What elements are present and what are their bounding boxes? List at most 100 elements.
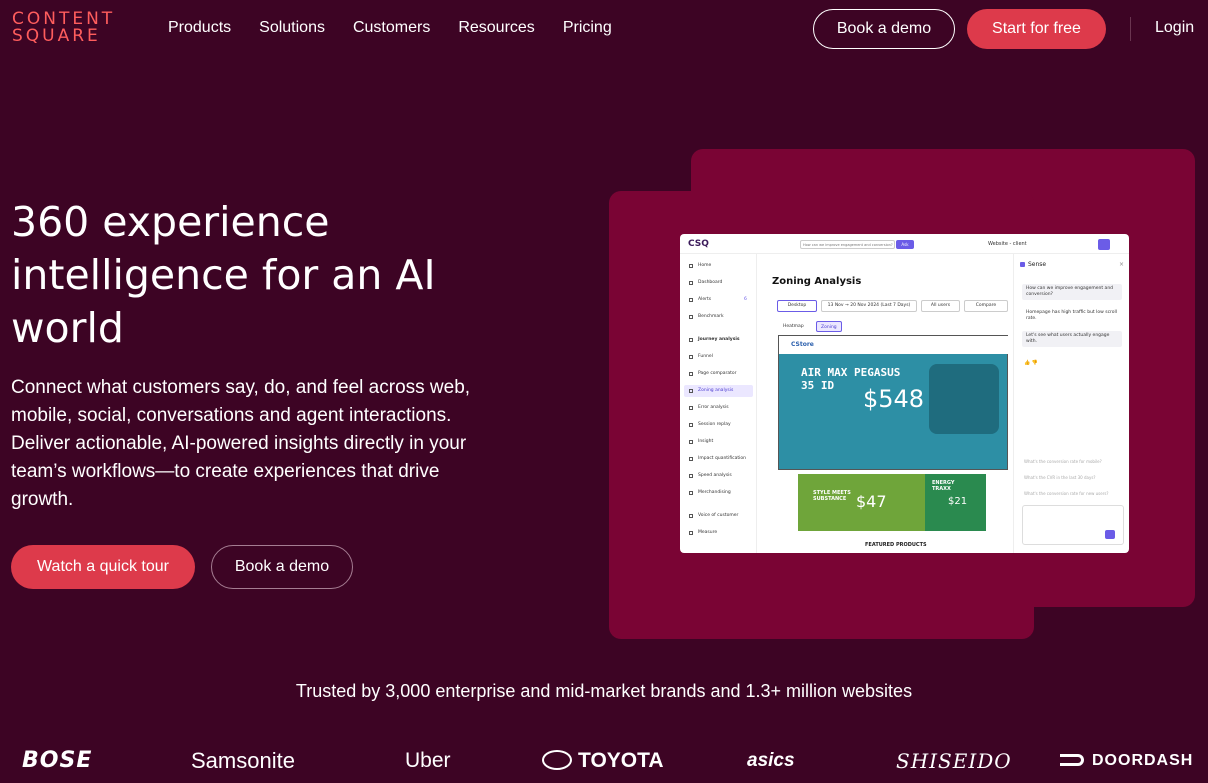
sidebar-item-label: Page comparator <box>698 371 737 376</box>
toyota-logo: TOYOTA <box>542 746 664 776</box>
sidebar-item-journey: Journey analysis <box>684 334 753 346</box>
speed-icon <box>689 474 693 478</box>
sense-question: How can we improve engagement and conver… <box>1022 284 1122 300</box>
ask-input: How can we improve engagement and conver… <box>800 240 895 249</box>
sidebar-item-label: Alerts <box>698 297 712 302</box>
doordash-wordmark: DOORDASH <box>1092 752 1194 769</box>
nav-solutions[interactable]: Solutions <box>259 19 325 37</box>
sidebar-item-insight: Insight <box>684 436 753 448</box>
uber-logo: Uber <box>405 749 451 772</box>
date-filter: 13 Nov → 20 Nov 2024 (Last 7 Days) <box>821 300 917 312</box>
zoning-title: Zoning Analysis <box>772 276 862 287</box>
watch-tour-button[interactable]: Watch a quick tour <box>11 545 195 589</box>
doordash-emblem-icon <box>1060 754 1084 766</box>
sidebar-item-speed: Speed analysis <box>684 470 753 482</box>
nav-resources[interactable]: Resources <box>458 19 534 37</box>
featured-products: FEATURED PRODUCTS <box>865 542 927 548</box>
benchmark-icon <box>689 315 693 319</box>
app-sidebar: Home Dashboard Alerts 6 Benchmark Journey… <box>680 254 757 553</box>
shoe-image <box>929 364 999 434</box>
device-filter: Desktop <box>777 300 817 312</box>
heatmap-toggle: Heatmap <box>783 324 804 329</box>
app-logo: CSQ <box>688 239 709 249</box>
hero-book-demo-button[interactable]: Book a demo <box>211 545 353 589</box>
bose-logo: BOSE <box>22 748 93 773</box>
sense-answer: Homepage has high traffic but low scroll… <box>1026 310 1118 321</box>
sidebar-item-voc: Voice of customer <box>684 510 753 522</box>
zoning-toggle: Zoning <box>816 321 842 332</box>
sense-toggle-icon <box>1098 239 1110 250</box>
start-free-button[interactable]: Start for free <box>967 9 1106 49</box>
promo-price: $47 <box>856 492 887 511</box>
asics-logo: asics <box>747 750 795 771</box>
sidebar-item-benchmark: Benchmark <box>684 311 753 323</box>
error-icon <box>689 406 693 410</box>
funnel-icon <box>689 355 693 359</box>
site-header: CONTENT SQUARE Products Solutions Custom… <box>0 0 1208 58</box>
sidebar-item-label: Error analysis <box>698 405 729 410</box>
sidebar-item-label: Speed analysis <box>698 473 732 478</box>
promo2-text: ENERGY TRAXX <box>932 480 955 492</box>
login-link[interactable]: Login <box>1155 19 1194 37</box>
send-icon <box>1105 530 1115 539</box>
sidebar-item-alerts: Alerts 6 <box>684 294 753 306</box>
sidebar-item-dashboard: Dashboard <box>684 277 753 289</box>
cstore-logo: CStore <box>791 341 814 348</box>
hero-subtitle: Connect what customers say, do, and feel… <box>11 377 471 510</box>
promo2-price: $21 <box>948 496 968 507</box>
logo-line-2: SQUARE <box>12 26 101 46</box>
sidebar-item-merch: Merchandising <box>684 487 753 499</box>
site-selector: Website - client <box>988 241 1027 247</box>
suggestion: What's the CVR in the last 30 days? <box>1024 475 1096 480</box>
sidebar-item-zoning: Zoning analysis <box>684 385 753 397</box>
sidebar-item-label: Session replay <box>698 422 731 427</box>
thumbs-icon: 👍 👎 <box>1024 360 1039 366</box>
book-demo-button[interactable]: Book a demo <box>813 9 955 49</box>
nav-pricing[interactable]: Pricing <box>563 19 612 37</box>
sidebar-item-label: Benchmark <box>698 314 724 319</box>
product-screenshot: CSQ How can we improve engagement and co… <box>680 234 1129 553</box>
home-icon <box>689 264 693 268</box>
sidebar-item-home: Home <box>684 260 753 272</box>
sidebar-item-label: Measure <box>698 530 718 535</box>
zoning-icon <box>689 389 693 393</box>
header-divider <box>1130 17 1131 41</box>
sidebar-item-label: Funnel <box>698 354 713 359</box>
sidebar-item-label: Dashboard <box>698 280 723 285</box>
promo-text: STYLE MEETS SUBSTANCE <box>813 490 851 502</box>
bell-icon <box>689 298 693 302</box>
sidebar-item-page-comparator: Page comparator <box>684 368 753 380</box>
sidebar-item-label: Insight <box>698 439 714 444</box>
preview-price: $548 <box>863 385 925 413</box>
sidebar-item-errors: Error analysis <box>684 402 753 414</box>
suggestion: What's the conversion rate for new users… <box>1024 491 1109 496</box>
sidebar-item-label: Impact quantification <box>698 456 747 461</box>
nav-customers[interactable]: Customers <box>353 19 430 37</box>
dashboard-icon <box>689 281 693 285</box>
journey-icon <box>689 338 693 342</box>
sidebar-item-funnel: Funnel <box>684 351 753 363</box>
compare-icon <box>689 372 693 376</box>
nav-products[interactable]: Products <box>168 19 231 37</box>
users-filter: All users <box>921 300 960 312</box>
brand-logos: BOSE Samsonite Uber TOYOTA asics SHISEID… <box>0 746 1208 776</box>
preview-nav: CStore <box>779 336 1009 354</box>
ask-button: Ask <box>896 240 914 249</box>
contentsquare-logo[interactable]: CONTENT SQUARE <box>12 11 115 45</box>
sidebar-item-label: Voice of customer <box>698 513 739 518</box>
page-preview: CStore AIR MAX PEGASUS 35 ID $548 <box>778 335 1009 470</box>
sidebar-item-label: Journey analysis <box>698 337 740 342</box>
merch-icon <box>689 491 693 495</box>
sense-answer-2: Let's see what users actually engage wit… <box>1022 331 1122 347</box>
replay-icon <box>689 423 693 427</box>
suggestion: What's the conversion rate for mobile? <box>1024 459 1102 464</box>
hero-title: 360 experience intelligence for an AI wo… <box>11 198 436 352</box>
samsonite-logo: Samsonite <box>191 748 295 773</box>
sense-title: Sense <box>1028 261 1047 268</box>
alerts-badge: 6 <box>744 297 747 302</box>
impact-icon <box>689 457 693 461</box>
sense-icon <box>1020 262 1025 267</box>
sidebar-item-label: Zoning analysis <box>698 388 734 393</box>
sense-panel: Sense × How can we improve engagement an… <box>1013 254 1129 553</box>
measure-icon <box>689 531 693 535</box>
